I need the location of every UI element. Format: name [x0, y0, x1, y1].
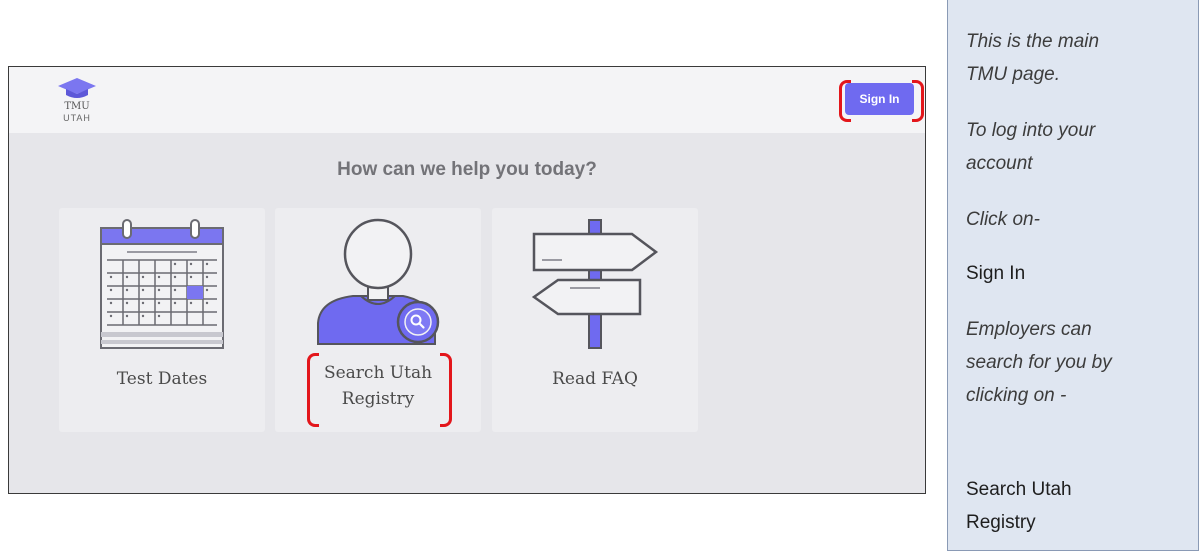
- note-line-6: Sign In: [966, 263, 1026, 284]
- note-line-1: This is the main: [966, 31, 1100, 52]
- read-faq-card[interactable]: Read FAQ: [492, 208, 698, 432]
- highlight-bracket-right: [912, 80, 924, 122]
- highlight-bracket-left-2: [307, 353, 319, 427]
- note-line-11: Registry: [966, 512, 1036, 533]
- sign-in-button[interactable]: Sign In: [845, 83, 914, 115]
- note-line-3: To log into your: [966, 120, 1096, 141]
- tmu-logo[interactable]: TMU UTAH: [53, 76, 101, 124]
- highlight-bracket-left: [839, 80, 851, 122]
- top-bar: TMU UTAH Sign In: [9, 67, 925, 133]
- graduation-cap-icon: [58, 78, 96, 98]
- note-line-9: clicking on -: [966, 385, 1067, 406]
- test-dates-card[interactable]: Test Dates: [59, 208, 265, 432]
- instruction-note-panel: This is the main TMU page. To log into y…: [947, 0, 1199, 551]
- help-prompt-heading: How can we help you today?: [337, 159, 597, 180]
- note-line-10: Search Utah: [966, 479, 1072, 500]
- note-line-2: TMU page.: [966, 64, 1060, 85]
- read-faq-label: Read FAQ: [552, 369, 638, 389]
- logo-text-tmu: TMU: [64, 101, 90, 112]
- signpost-icon: [531, 219, 659, 349]
- highlight-bracket-right-2: [440, 353, 452, 427]
- note-line-8: search for you by: [966, 352, 1112, 373]
- calendar-icon: [100, 219, 224, 349]
- note-line-4: account: [966, 153, 1033, 174]
- logo-text-utah: UTAH: [63, 113, 91, 123]
- person-search-icon: [317, 218, 440, 345]
- note-line-7: Employers can: [966, 319, 1092, 340]
- app-window: TMU UTAH Sign In How can we help you tod…: [8, 66, 926, 494]
- note-line-5: Click on-: [966, 209, 1040, 230]
- test-dates-label: Test Dates: [116, 369, 208, 389]
